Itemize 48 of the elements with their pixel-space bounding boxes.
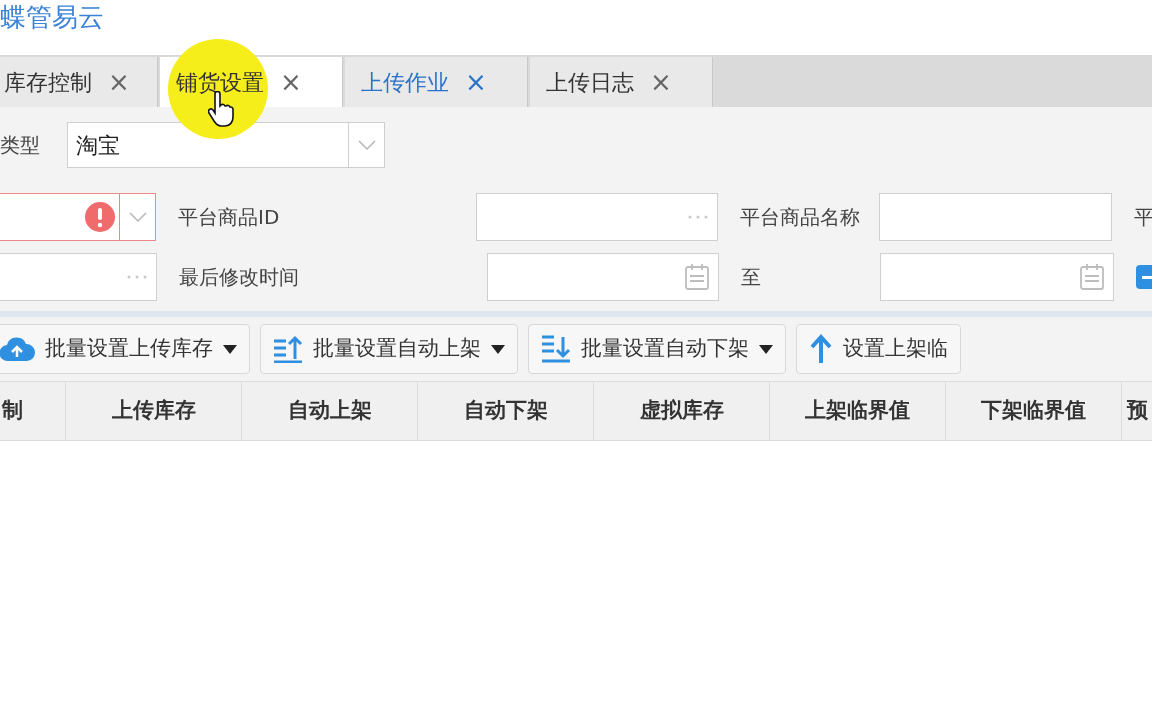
field-label: 最后修改时间	[178, 264, 301, 291]
column-header: 预	[1125, 397, 1149, 425]
sort-down-icon	[541, 335, 571, 363]
tab-label: 上传作业	[361, 68, 449, 97]
tab-close[interactable]: ×	[108, 69, 130, 95]
collapse-toggle-icon[interactable]	[1136, 265, 1152, 289]
column-header: 自动上架	[242, 382, 418, 440]
toolbar-button[interactable]: 设置上架临	[796, 324, 961, 374]
tab[interactable]: 上传日志 ×	[530, 57, 713, 107]
app-logo: 蝶管易云	[0, 1, 104, 34]
toolbar-button[interactable]: 批量设置自动下架	[528, 324, 786, 374]
column-header: 上传库存	[66, 382, 242, 440]
input-field[interactable]	[476, 193, 718, 241]
column-header: 下架临界值	[946, 382, 1122, 440]
caret-icon	[491, 344, 505, 354]
field-label: 平台商品ID	[177, 204, 281, 231]
sort-up-icon	[273, 335, 303, 363]
tab-label: 上传日志	[546, 68, 634, 97]
column-header: 上架临界值	[770, 382, 946, 440]
chevron-down-icon	[127, 211, 148, 223]
field-label: 至	[740, 264, 763, 291]
tab-close[interactable]: ×	[650, 69, 672, 95]
tab[interactable]: 库存控制 ×	[0, 57, 158, 107]
field-label: 平台商品名称	[738, 204, 861, 231]
toolbar-button[interactable]: 批量设置自动上架	[260, 324, 518, 374]
tab-close[interactable]: ×	[280, 69, 302, 95]
calendar-icon	[1079, 263, 1105, 291]
toolbar-button[interactable]: 批量设置上传库存	[0, 324, 250, 374]
arrow-up-icon	[809, 334, 833, 364]
cloud-upload-icon	[0, 336, 35, 362]
field-label: 类型	[0, 132, 41, 159]
tab[interactable]: 上传作业 ×	[345, 57, 528, 107]
column-header: 自动下架	[418, 382, 594, 440]
chevron-down-icon	[356, 139, 377, 151]
error-icon	[85, 202, 115, 232]
input-field[interactable]	[0, 253, 158, 301]
column-header: 制	[0, 382, 66, 440]
date-field[interactable]	[486, 253, 720, 301]
date-field[interactable]	[880, 253, 1114, 301]
caret-icon	[759, 344, 773, 354]
tab-close[interactable]: ×	[465, 69, 487, 95]
tab-label: 库存控制	[4, 68, 92, 97]
column-header: 虚拟库存	[594, 382, 770, 440]
select-field[interactable]	[0, 193, 156, 241]
caret-icon	[223, 344, 237, 354]
input-field[interactable]	[878, 193, 1112, 241]
tab-label: 铺货设置	[176, 68, 264, 97]
calendar-icon	[684, 263, 711, 291]
